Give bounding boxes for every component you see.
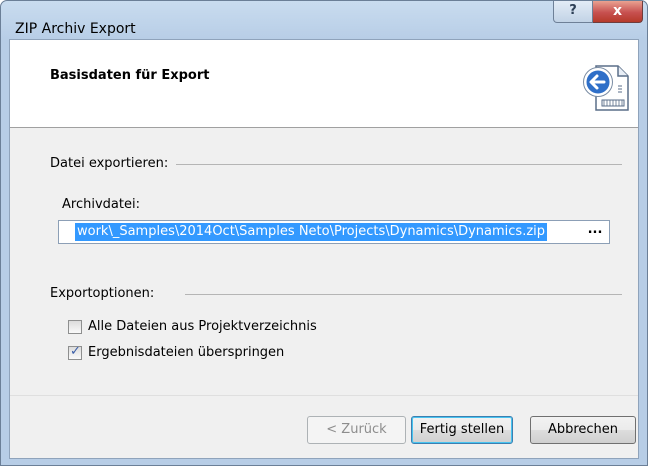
archive-path-value: work\_Samples\2014Oct\Samples Neto\Proje… xyxy=(75,223,548,241)
browse-button[interactable]: ... xyxy=(583,221,607,243)
title-bar[interactable]: ZIP Archiv Export ? x xyxy=(1,1,647,39)
checkbox-all-files-label[interactable]: Alle Dateien aus Projektverzeichnis xyxy=(88,319,317,334)
options-section-divider xyxy=(185,294,622,295)
help-button[interactable]: ? xyxy=(553,1,593,23)
options-section-label: Exportoptionen: xyxy=(50,286,163,301)
back-button[interactable]: < Zurück xyxy=(307,416,406,444)
page-title: Basisdaten für Export xyxy=(50,68,210,83)
checkbox-all-files[interactable] xyxy=(68,320,82,334)
window-title: ZIP Archiv Export xyxy=(15,21,136,37)
footer-divider xyxy=(10,395,638,396)
archive-file-label: Archivdatei: xyxy=(62,197,140,212)
title-buttons: ? x xyxy=(553,1,643,23)
export-section-divider xyxy=(160,164,622,165)
dialog-body: Basisdaten für Export Datei exportieren:… xyxy=(9,39,639,459)
close-button[interactable]: x xyxy=(593,1,643,23)
dialog-window: ZIP Archiv Export ? x Basisdaten für Exp… xyxy=(0,0,648,466)
zip-export-icon xyxy=(583,65,629,111)
export-section-label: Datei exportieren: xyxy=(50,156,177,171)
checkmark-icon: ✓ xyxy=(70,344,81,359)
finish-button[interactable]: Fertig stellen xyxy=(411,416,513,444)
checkbox-skip-results-label[interactable]: Ergebnisdateien überspringen xyxy=(88,345,284,360)
archive-path-input[interactable]: work\_Samples\2014Oct\Samples Neto\Proje… xyxy=(58,220,610,244)
cancel-button[interactable]: Abbrechen xyxy=(530,416,636,444)
wizard-header: Basisdaten für Export xyxy=(10,40,638,128)
checkbox-skip-results[interactable]: ✓ xyxy=(68,344,82,360)
